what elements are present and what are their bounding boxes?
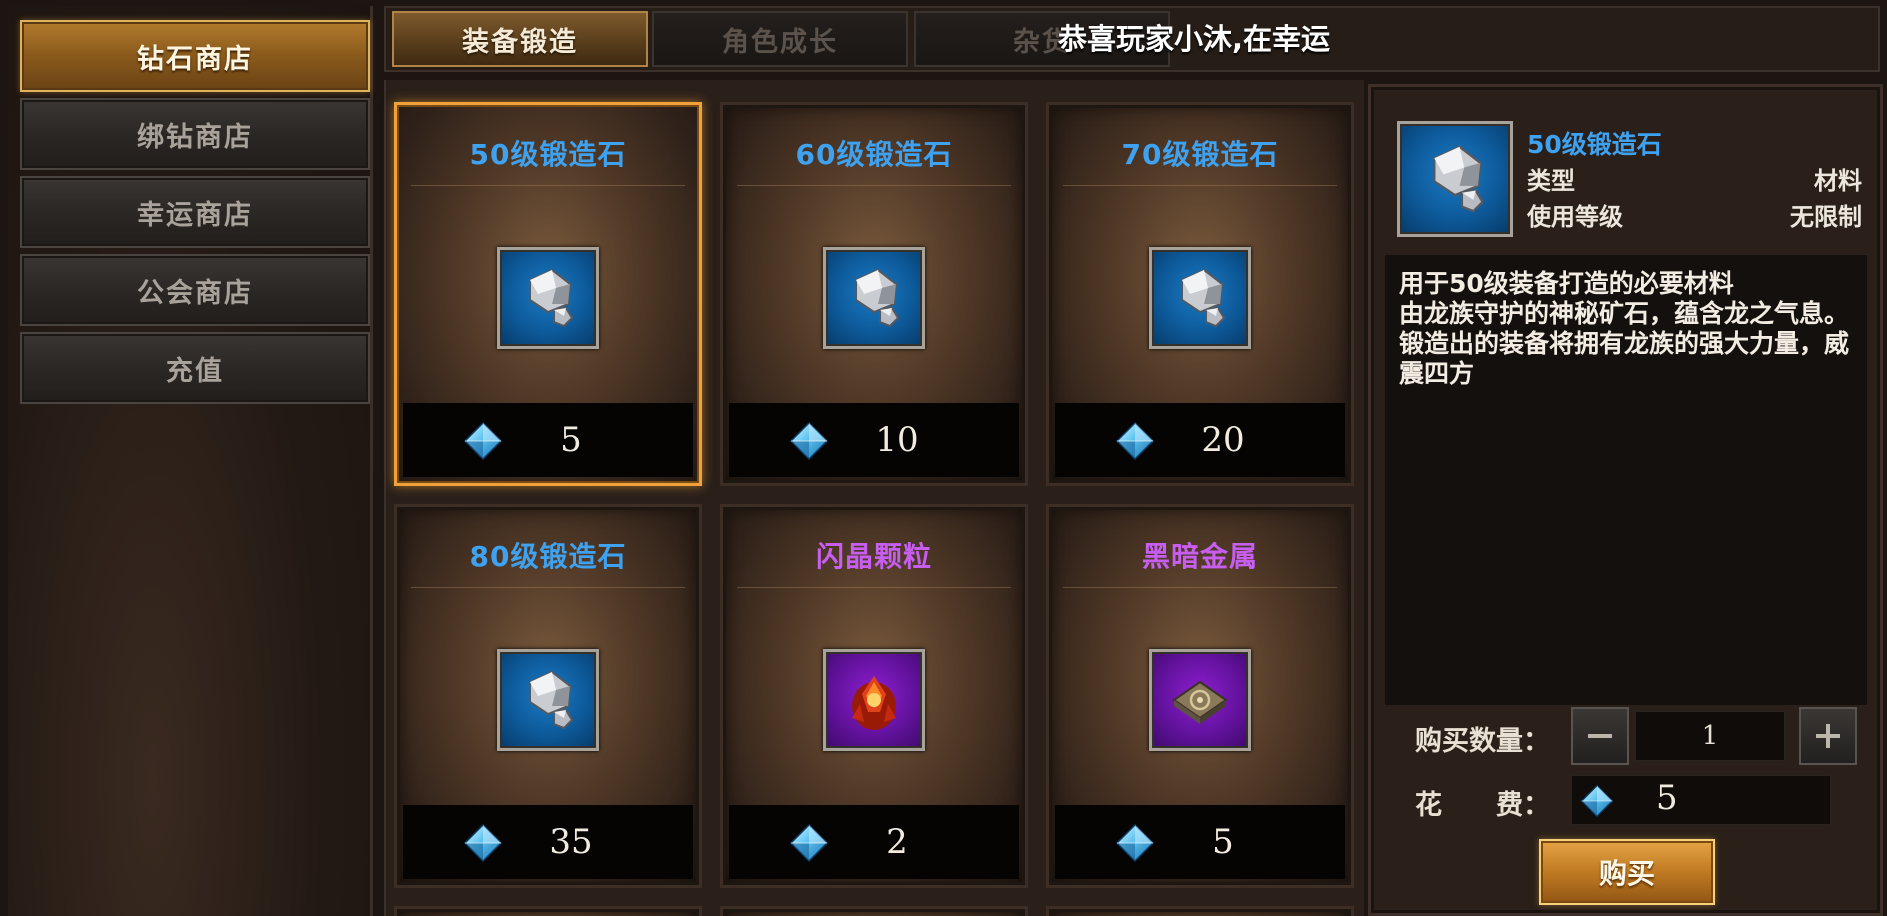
item-price-bar: 2 [729, 805, 1019, 879]
item-name: 60级锻造石 [737, 133, 1011, 186]
diamond-icon [463, 421, 503, 461]
quantity-increase-button[interactable] [1799, 707, 1857, 765]
forge-stone-icon [823, 247, 925, 349]
item-card-partial[interactable] [1046, 906, 1354, 916]
item-price-bar: 35 [403, 805, 693, 879]
quantity-decrease-button[interactable] [1571, 707, 1629, 765]
detail-level-row: 使用等级 无限制 [1527, 197, 1862, 232]
sidebar-item-lucky-shop[interactable]: 幸运商店 [20, 176, 370, 248]
shop-sidebar: 钻石商店 绑钻商店 幸运商店 公会商店 充值 [8, 6, 373, 916]
buy-button[interactable]: 购买 [1539, 839, 1715, 905]
diamond-icon [789, 823, 829, 863]
plus-icon [1816, 724, 1840, 748]
announcement-text: 恭喜玩家小沐,在幸运 [1058, 22, 1331, 56]
item-price: 35 [549, 822, 593, 862]
item-price: 5 [1212, 822, 1234, 862]
detail-type-row: 类型 材料 [1527, 161, 1862, 196]
item-card-forge-stone-50[interactable]: 50级锻造石 5 [394, 102, 702, 486]
item-price: 20 [1201, 420, 1245, 460]
cost-value: 5 [1656, 778, 1678, 818]
forge-stone-icon [497, 649, 599, 751]
diamond-icon [789, 421, 829, 461]
sidebar-item-recharge[interactable]: 充值 [20, 332, 370, 404]
item-name: 黑暗金属 [1063, 535, 1337, 588]
dark-metal-icon [1149, 649, 1251, 751]
item-description: 用于50级装备打造的必要材料 由龙族守护的神秘矿石，蕴含龙之气息。锻造出的装备将… [1385, 255, 1867, 705]
item-card-forge-stone-60[interactable]: 60级锻造石 10 [720, 102, 1028, 486]
detail-level-label: 使用等级 [1527, 203, 1623, 231]
diamond-icon [1580, 784, 1614, 818]
item-price: 5 [560, 420, 582, 460]
sidebar-item-bound-diamond-shop[interactable]: 绑钻商店 [20, 98, 370, 170]
detail-type-value: 材料 [1814, 167, 1862, 195]
detail-level-value: 无限制 [1790, 203, 1862, 231]
diamond-icon [1115, 421, 1155, 461]
item-card-forge-stone-70[interactable]: 70级锻造石 20 [1046, 102, 1354, 486]
item-name: 80级锻造石 [411, 535, 685, 588]
item-detail-panel: 50级锻造石 类型 材料 使用等级 无限制 用于50级装备打造的必要材料 由龙族… [1368, 84, 1883, 916]
forge-stone-icon [1397, 121, 1513, 237]
item-price-bar: 5 [403, 403, 693, 477]
tab-character-growth[interactable]: 角色成长 [652, 11, 908, 67]
item-card-forge-stone-80[interactable]: 80级锻造石 35 [394, 504, 702, 888]
item-price-bar: 5 [1055, 805, 1345, 879]
forge-stone-icon [1149, 247, 1251, 349]
cost-display: 5 [1571, 775, 1831, 825]
item-card-crystal-shard[interactable]: 闪晶颗粒 2 [720, 504, 1028, 888]
sidebar-item-guild-shop[interactable]: 公会商店 [20, 254, 370, 326]
minus-icon [1588, 734, 1612, 738]
quantity-label: 购买数量： [1415, 726, 1550, 757]
item-name: 70级锻造石 [1063, 133, 1337, 186]
diamond-icon [1115, 823, 1155, 863]
sidebar-item-diamond-shop[interactable]: 钻石商店 [20, 20, 370, 92]
item-grid: 50级锻造石 5 60级锻造石 10 70级锻造石 20 80级锻造石 35 闪… [384, 80, 1364, 916]
detail-type-label: 类型 [1527, 167, 1575, 195]
tab-equipment-forging[interactable]: 装备锻造 [392, 11, 648, 67]
item-card-partial[interactable] [394, 906, 702, 916]
forge-stone-icon [497, 247, 599, 349]
cost-label: 花 费： [1415, 790, 1550, 821]
item-name: 闪晶颗粒 [737, 535, 1011, 588]
diamond-icon [463, 823, 503, 863]
item-price-bar: 20 [1055, 403, 1345, 477]
detail-item-name: 50级锻造石 [1527, 130, 1662, 159]
item-card-dark-metal[interactable]: 黑暗金属 5 [1046, 504, 1354, 888]
announcement-marquee: 恭喜玩家小沐,在幸运 [1058, 16, 1343, 56]
item-name: 50级锻造石 [411, 133, 685, 186]
item-price: 2 [886, 822, 908, 862]
item-price-bar: 10 [729, 403, 1019, 477]
item-card-partial[interactable] [720, 906, 1028, 916]
item-price: 10 [875, 420, 919, 460]
crystal-shard-icon [823, 649, 925, 751]
quantity-input[interactable]: 1 [1635, 711, 1785, 761]
